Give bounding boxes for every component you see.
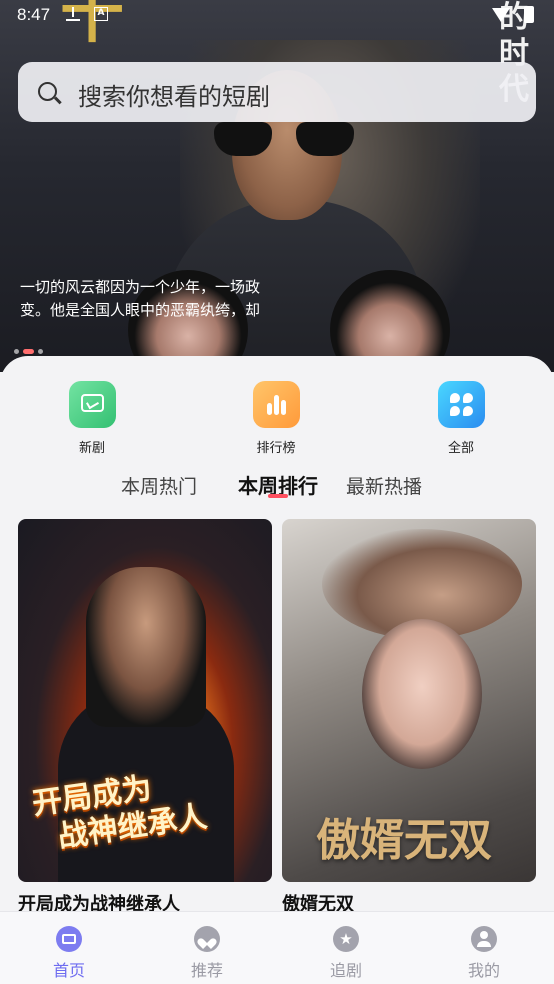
hero-banner[interactable]: 十 的时代 一切的风云都因为一个少年，一场政变。他是全国人眼中的恶霸纨绔，却 <box>0 0 554 372</box>
carousel-dot <box>38 349 43 354</box>
nav-following[interactable]: ★ 追剧 <box>306 926 386 981</box>
poster-figure-woman <box>362 619 482 769</box>
keyboard-badge-icon: A <box>94 7 108 21</box>
drama-card[interactable]: 开局成为 战神继承人 开局成为战神继承人 <box>18 519 272 916</box>
search-bar[interactable]: 搜索你想看的短剧 <box>18 62 536 122</box>
category-all[interactable]: 全部 <box>406 381 516 456</box>
bar-chart-icon <box>252 381 300 428</box>
nav-profile[interactable]: 我的 <box>444 926 524 981</box>
carousel-dot <box>14 349 19 354</box>
content-sheet: 新剧 排行榜 全部 本周热门 本周排行 最新热播 开局成为 战神继承人 开局成为… <box>0 356 554 916</box>
drama-card[interactable]: 傲婿无双 傲婿无双 <box>282 519 536 916</box>
star-icon: ★ <box>333 926 359 952</box>
nav-recommend[interactable]: 推荐 <box>167 926 247 981</box>
tab-latest-hot[interactable]: 最新热播 <box>346 472 422 499</box>
search-placeholder: 搜索你想看的短剧 <box>78 83 270 111</box>
wifi-icon <box>492 8 510 22</box>
download-icon <box>66 7 80 21</box>
nav-home[interactable]: 首页 <box>29 926 109 981</box>
carousel-indicator <box>14 349 47 355</box>
grid-icon <box>437 381 485 428</box>
category-label: 排行榜 <box>256 441 296 456</box>
user-icon <box>471 926 497 952</box>
carousel-dot-active <box>23 349 34 354</box>
drama-poster[interactable]: 傲婿无双 <box>282 519 536 882</box>
sunglasses-graphic <box>214 122 354 158</box>
poster-figure-head <box>86 567 206 727</box>
category-label: 新剧 <box>78 441 105 456</box>
drama-poster[interactable]: 开局成为 战神继承人 <box>18 519 272 882</box>
nav-label: 我的 <box>467 961 500 980</box>
status-time: 8:47 <box>17 5 51 24</box>
category-ranking[interactable]: 排行榜 <box>221 381 331 456</box>
status-bar: 8:47 A <box>0 0 554 30</box>
tab-active-indicator <box>268 494 288 498</box>
battery-icon <box>524 6 534 23</box>
tv-icon <box>68 381 116 428</box>
poster-title-art: 傲婿无双 <box>316 815 492 866</box>
nav-label: 追剧 <box>329 961 362 980</box>
bottom-nav: 首页 推荐 ★ 追剧 我的 <box>0 911 554 984</box>
nav-label: 推荐 <box>190 961 223 980</box>
tab-weekly-hot[interactable]: 本周热门 <box>121 472 197 499</box>
search-icon <box>38 82 57 101</box>
hero-description: 一切的风云都因为一个少年，一场政变。他是全国人眼中的恶霸纨绔，却 <box>20 278 261 319</box>
home-tv-icon <box>56 926 82 952</box>
nav-label: 首页 <box>52 961 85 980</box>
category-new[interactable]: 新剧 <box>37 381 147 456</box>
category-label: 全部 <box>447 441 474 456</box>
heart-icon <box>194 926 220 952</box>
tab-bar: 本周热门 本周排行 最新热播 <box>0 468 554 508</box>
